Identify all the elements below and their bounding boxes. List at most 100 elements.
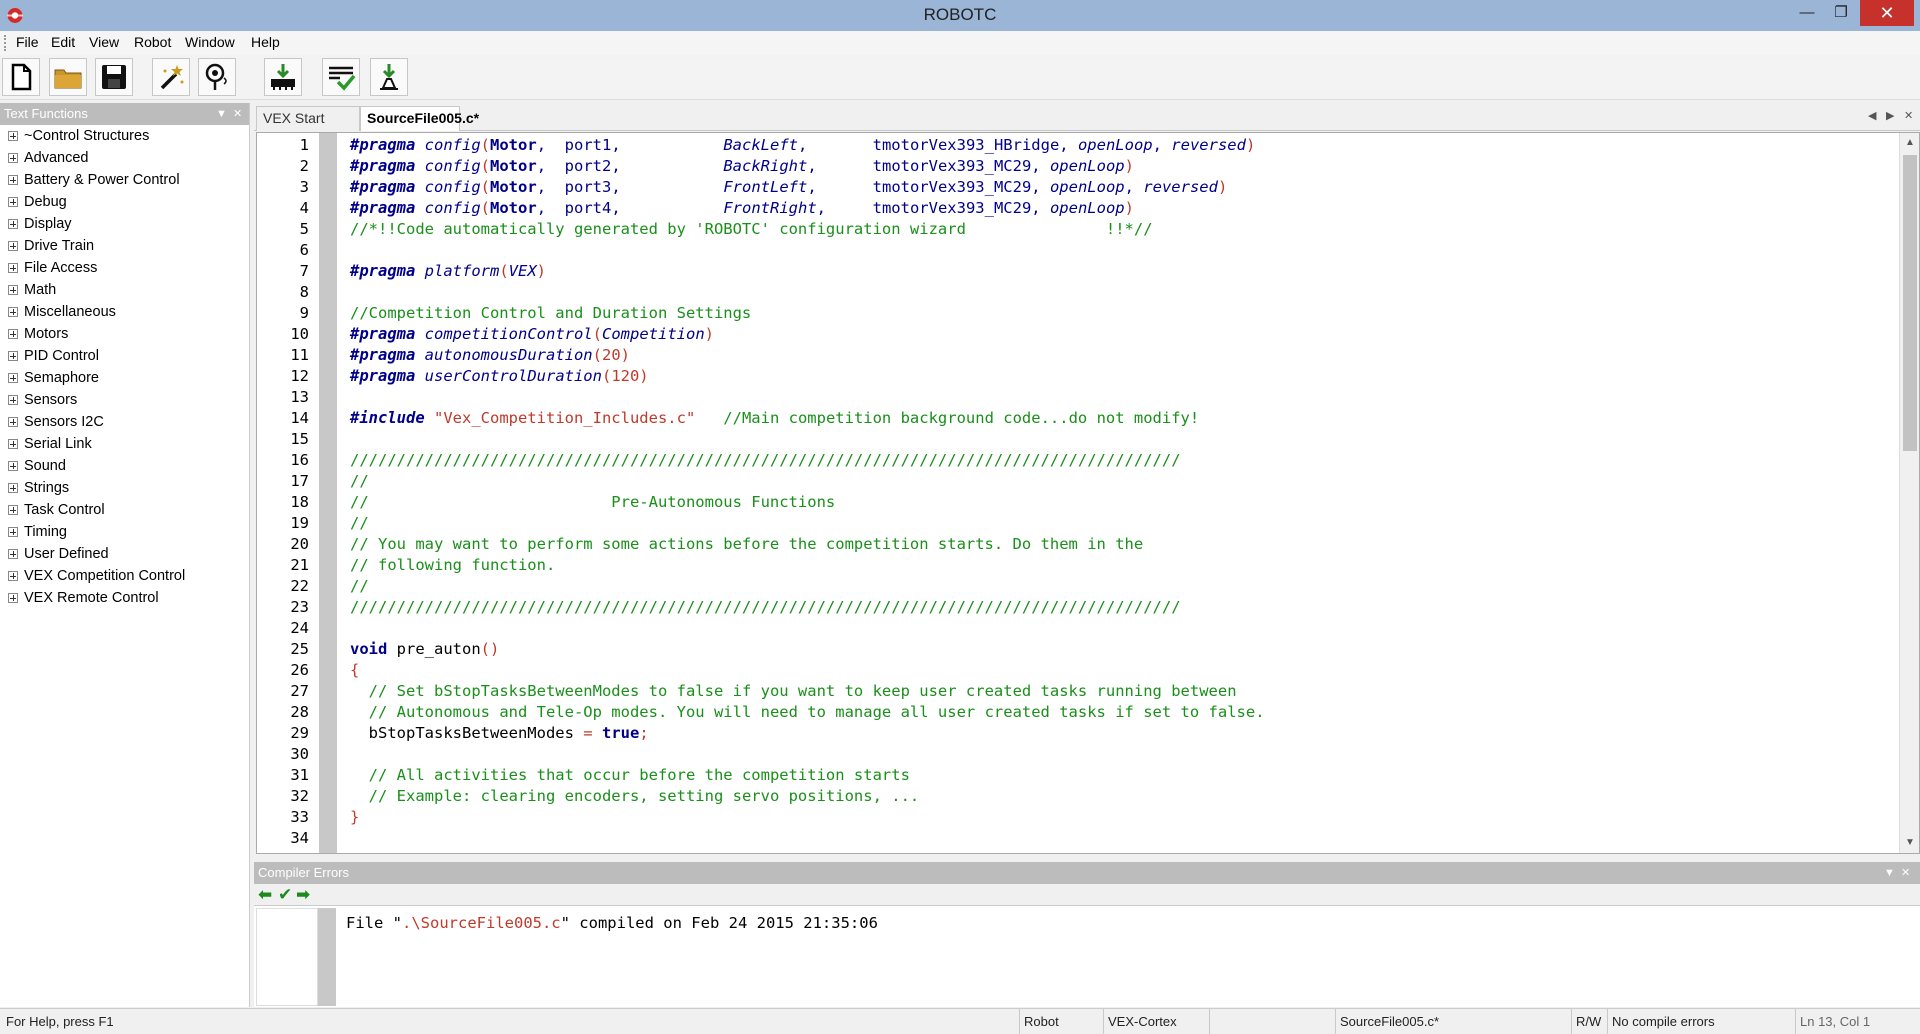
menu-help[interactable]: Help <box>247 34 284 50</box>
tree-item[interactable]: VEX Competition Control <box>0 565 249 587</box>
expand-plus-icon[interactable] <box>8 307 18 317</box>
maximize-button[interactable]: ❐ <box>1824 0 1858 26</box>
download-to-robot-button[interactable] <box>264 58 302 96</box>
code-line[interactable]: void pre_auton() <box>350 639 499 660</box>
code-line[interactable]: // Example: clearing encoders, setting s… <box>350 786 920 807</box>
tab-sourcefile005[interactable]: SourceFile005.c* <box>360 106 479 131</box>
tree-item[interactable]: Strings <box>0 477 249 499</box>
tree-item[interactable]: Display <box>0 213 249 235</box>
code-line[interactable]: //Competition Control and Duration Setti… <box>350 303 751 324</box>
code-line[interactable]: ////////////////////////////////////////… <box>350 597 1181 618</box>
expand-plus-icon[interactable] <box>8 527 18 537</box>
menu-view[interactable]: View <box>85 34 123 50</box>
code-line[interactable]: // All activities that occur before the … <box>350 765 910 786</box>
breakpoint-margin[interactable] <box>319 133 337 853</box>
expand-plus-icon[interactable] <box>8 373 18 383</box>
next-error-icon[interactable]: ➡ <box>296 885 310 905</box>
tree-item[interactable]: Motors <box>0 323 249 345</box>
code-line[interactable]: } <box>350 807 359 828</box>
tree-item[interactable]: Sensors I2C <box>0 411 249 433</box>
tree-item[interactable]: VEX Remote Control <box>0 587 249 609</box>
tree-item[interactable]: Semaphore <box>0 367 249 389</box>
compile-program-button[interactable] <box>322 58 360 96</box>
code-line[interactable]: bStopTasksBetweenModes = true; <box>350 723 649 744</box>
code-line[interactable]: #pragma config(Motor, port1, BackLeft, t… <box>350 135 1255 156</box>
tab-vex-start-page[interactable]: VEX Start Page <box>256 106 360 149</box>
download-firmware-button[interactable] <box>370 58 408 96</box>
expand-plus-icon[interactable] <box>8 241 18 251</box>
code-line[interactable]: //*!!Code automatically generated by 'RO… <box>350 219 1153 240</box>
code-line[interactable]: // Pre-Autonomous Functions <box>350 492 835 513</box>
code-line[interactable]: #pragma config(Motor, port3, FrontLeft, … <box>350 177 1227 198</box>
tree-item[interactable]: Debug <box>0 191 249 213</box>
compile-message[interactable]: File ".\SourceFile005.c" compiled on Feb… <box>346 914 878 932</box>
code-line[interactable]: // <box>350 576 369 597</box>
code-line[interactable]: #include "Vex_Competition_Includes.c" //… <box>350 408 1199 429</box>
expand-plus-icon[interactable] <box>8 131 18 141</box>
expand-plus-icon[interactable] <box>8 593 18 603</box>
close-button[interactable]: ✕ <box>1860 0 1914 26</box>
tree-item[interactable]: Miscellaneous <box>0 301 249 323</box>
expand-plus-icon[interactable] <box>8 483 18 493</box>
panel-dropdown-icon[interactable]: ▼ <box>216 103 227 125</box>
code-line[interactable]: #pragma autonomousDuration(20) <box>350 345 630 366</box>
code-line[interactable]: // following function. <box>350 555 555 576</box>
tab-scroll-left-icon[interactable]: ◀ <box>1868 109 1876 122</box>
tree-item[interactable]: Battery & Power Control <box>0 169 249 191</box>
tree-item[interactable]: Math <box>0 279 249 301</box>
expand-plus-icon[interactable] <box>8 153 18 163</box>
tree-item[interactable]: Serial Link <box>0 433 249 455</box>
panel-close-icon[interactable]: ✕ <box>233 103 242 125</box>
minimize-button[interactable]: — <box>1790 0 1824 26</box>
code-line[interactable]: #pragma config(Motor, port2, BackRight, … <box>350 156 1134 177</box>
expand-plus-icon[interactable] <box>8 263 18 273</box>
expand-plus-icon[interactable] <box>8 351 18 361</box>
open-file-button[interactable] <box>49 58 87 96</box>
previous-error-icon[interactable]: ⬅ <box>258 885 272 905</box>
editor-vertical-scrollbar[interactable]: ▲ ▼ <box>1899 133 1919 853</box>
expand-plus-icon[interactable] <box>8 461 18 471</box>
code-line[interactable]: #pragma platform(VEX) <box>350 261 546 282</box>
tree-item[interactable]: File Access <box>0 257 249 279</box>
menu-edit[interactable]: Edit <box>47 34 79 50</box>
tree-item[interactable]: Sensors <box>0 389 249 411</box>
expand-plus-icon[interactable] <box>8 571 18 581</box>
tree-item[interactable]: PID Control <box>0 345 249 367</box>
expand-plus-icon[interactable] <box>8 329 18 339</box>
tree-item[interactable]: Task Control <box>0 499 249 521</box>
tab-close-icon[interactable]: ✕ <box>1904 109 1913 122</box>
code-line[interactable]: #pragma config(Motor, port4, FrontRight,… <box>350 198 1134 219</box>
errors-close-icon[interactable]: ✕ <box>1901 862 1910 884</box>
code-line[interactable]: #pragma userControlDuration(120) <box>350 366 649 387</box>
code-line[interactable]: { <box>350 660 359 681</box>
code-editor[interactable]: 1 2 3 4 5 6 7 8 9 10 11 12 13 14 15 16 17 18 19 20 21 22 23 24 2… <box>256 132 1920 854</box>
firmware-download-button[interactable] <box>198 58 236 96</box>
menu-window[interactable]: Window <box>181 34 239 50</box>
expand-plus-icon[interactable] <box>8 219 18 229</box>
code-line[interactable]: // Autonomous and Tele-Op modes. You wil… <box>350 702 1265 723</box>
tree-item[interactable]: Timing <box>0 521 249 543</box>
motor-sensor-setup-button[interactable] <box>152 58 190 96</box>
tree-item[interactable]: Advanced <box>0 147 249 169</box>
menu-file[interactable]: File <box>12 34 43 50</box>
code-line[interactable]: // Set bStopTasksBetweenModes to false i… <box>350 681 1237 702</box>
code-line[interactable]: // <box>350 471 369 492</box>
tree-item[interactable]: Sound <box>0 455 249 477</box>
errors-dropdown-icon[interactable]: ▼ <box>1884 862 1895 884</box>
scroll-down-icon[interactable]: ▼ <box>1900 837 1919 848</box>
code-line[interactable]: // <box>350 513 369 534</box>
scrollbar-thumb[interactable] <box>1903 155 1917 451</box>
tab-scroll-right-icon[interactable]: ▶ <box>1886 109 1894 122</box>
save-button[interactable] <box>95 58 133 96</box>
new-file-button[interactable] <box>2 58 40 96</box>
expand-plus-icon[interactable] <box>8 395 18 405</box>
tree-item[interactable]: Drive Train <box>0 235 249 257</box>
code-line[interactable]: #pragma competitionControl(Competition) <box>350 324 714 345</box>
expand-plus-icon[interactable] <box>8 505 18 515</box>
expand-plus-icon[interactable] <box>8 197 18 207</box>
expand-plus-icon[interactable] <box>8 175 18 185</box>
scroll-up-icon[interactable]: ▲ <box>1900 137 1919 148</box>
expand-plus-icon[interactable] <box>8 549 18 559</box>
expand-plus-icon[interactable] <box>8 439 18 449</box>
menu-robot[interactable]: Robot <box>130 34 175 50</box>
